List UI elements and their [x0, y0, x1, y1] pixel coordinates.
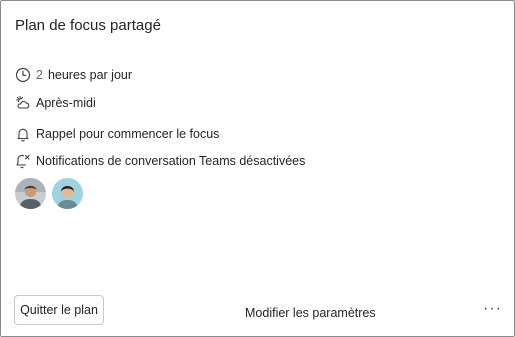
reminder-row: Rappel pour commencer le focus: [15, 126, 219, 142]
notifications-label: Notifications de conversation Teams désa…: [36, 154, 306, 168]
time-of-day-row: Après-midi: [15, 95, 96, 111]
hours-number: 2: [36, 68, 43, 82]
more-options-icon[interactable]: ···: [483, 301, 502, 317]
hours-per-day-row: 2 heures par jour: [15, 67, 132, 83]
hours-label: heures par jour: [47, 68, 133, 82]
participants: [15, 178, 89, 209]
focus-plan-card: Plan de focus partagé 2 heures par jour …: [0, 0, 515, 337]
afternoon-weather-icon: [15, 95, 31, 111]
card-title: Plan de focus partagé: [15, 17, 161, 34]
participant-avatar[interactable]: [15, 178, 46, 209]
time-of-day-label: Après-midi: [36, 96, 96, 110]
chat-notification-off-icon: [15, 153, 31, 169]
participant-avatar[interactable]: [52, 178, 83, 209]
bell-icon: [15, 126, 31, 142]
clock-icon: [15, 67, 31, 83]
modify-settings-link[interactable]: Modifier les paramètres: [245, 306, 376, 320]
reminder-label: Rappel pour commencer le focus: [36, 127, 220, 141]
notifications-row: Notifications de conversation Teams désa…: [15, 153, 305, 169]
quit-plan-button[interactable]: Quitter le plan: [14, 295, 104, 325]
